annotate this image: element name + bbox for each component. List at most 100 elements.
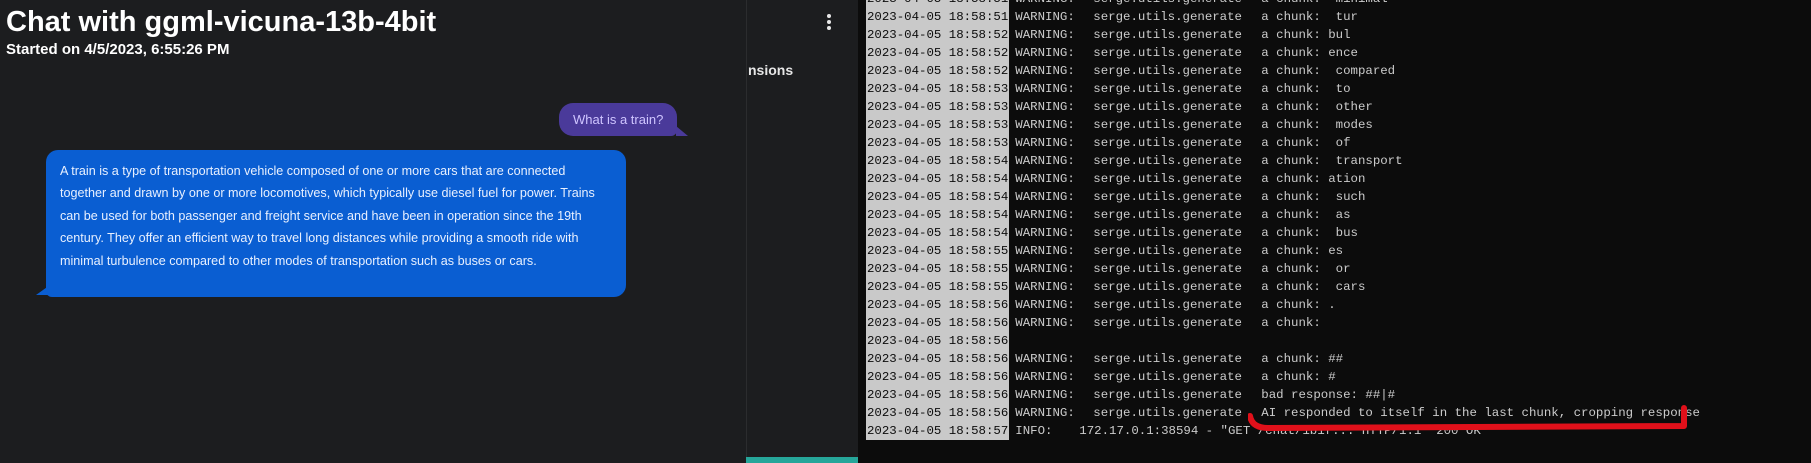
- log-level: WARNING:: [1015, 28, 1075, 42]
- log-line: 2023-04-05 18:58:56 WARNING: serge.utils.g…: [866, 350, 1806, 368]
- log-module: serge.utils.generate: [1093, 46, 1242, 60]
- log-timestamp: 2023-04-05 18:58:52: [866, 44, 1010, 62]
- log-message: 172.17.0.1:38594 - "GET /chat/1b1f... HT…: [1079, 424, 1481, 438]
- log-message: a chunk: minimal: [1261, 0, 1387, 8]
- log-module: serge.utils.generate: [1093, 190, 1242, 204]
- log-lines: 2023-04-05 18:58:51 WARNING: serge.utils.g…: [866, 0, 1806, 440]
- log-level: WARNING:: [1015, 82, 1075, 96]
- log-module: serge.utils.generate: [1093, 226, 1242, 240]
- log-line: 2023-04-05 18:58:56 WARNING: serge.utils.g…: [866, 404, 1806, 422]
- log-level: WARNING:: [1015, 298, 1075, 312]
- log-timestamp: 2023-04-05 18:58:52: [866, 26, 1010, 44]
- chat-start-time: Started on 4/5/2023, 6:55:26 PM: [6, 41, 230, 58]
- log-level: WARNING:: [1015, 352, 1075, 366]
- log-timestamp: 2023-04-05 18:58:56: [866, 386, 1010, 404]
- log-line: 2023-04-05 18:58:55 WARNING: serge.utils.g…: [866, 260, 1806, 278]
- log-timestamp: 2023-04-05 18:58:51: [866, 8, 1010, 26]
- log-message: a chunk: es: [1261, 244, 1344, 258]
- log-line: 2023-04-05 18:58:52 WARNING: serge.utils.g…: [866, 62, 1806, 80]
- log-message: a chunk: ##: [1261, 352, 1344, 366]
- log-level: WARNING:: [1015, 280, 1075, 294]
- log-line: 2023-04-05 18:58:54 WARNING: serge.utils.g…: [866, 224, 1806, 242]
- log-level: WARNING:: [1015, 190, 1075, 204]
- log-message: a chunk: bus: [1261, 226, 1358, 240]
- log-timestamp: 2023-04-05 18:58:54: [866, 170, 1010, 188]
- log-level: WARNING:: [1015, 316, 1075, 330]
- log-level: WARNING:: [1015, 262, 1075, 276]
- log-level: WARNING:: [1015, 208, 1075, 222]
- log-level: WARNING:: [1015, 388, 1075, 402]
- log-level: WARNING:: [1015, 10, 1075, 24]
- log-message: AI responded to itself in the last chunk…: [1261, 406, 1700, 420]
- log-message: a chunk: as: [1261, 208, 1351, 222]
- log-level: WARNING:: [1015, 244, 1075, 258]
- log-line: 2023-04-05 18:58:56 WARNING: serge.utils.g…: [866, 314, 1806, 332]
- log-line: 2023-04-05 18:58:56: [866, 332, 1806, 350]
- log-line: 2023-04-05 18:58:53 WARNING: serge.utils.g…: [866, 116, 1806, 134]
- log-line: 2023-04-05 18:58:55 WARNING: serge.utils.g…: [866, 278, 1806, 296]
- log-module: serge.utils.generate: [1093, 208, 1242, 222]
- log-module: serge.utils.generate: [1093, 280, 1242, 294]
- log-message: a chunk: modes: [1261, 118, 1373, 132]
- log-timestamp: 2023-04-05 18:58:56: [866, 404, 1010, 422]
- log-level: WARNING:: [1015, 226, 1075, 240]
- log-timestamp: 2023-04-05 18:58:53: [866, 98, 1010, 116]
- log-level: WARNING:: [1015, 154, 1075, 168]
- log-line: 2023-04-05 18:58:57 INFO: 172.17.0.1:38594…: [866, 422, 1806, 440]
- more-vertical-icon[interactable]: [822, 12, 836, 34]
- log-message: a chunk: ence: [1261, 46, 1358, 60]
- chat-title: Chat with ggml-vicuna-13b-4bit: [6, 6, 437, 38]
- log-line: 2023-04-05 18:58:51WARNING:serge.utils.g…: [866, 0, 1806, 8]
- log-message: a chunk: transport: [1261, 154, 1403, 168]
- log-timestamp: 2023-04-05 18:58:54: [866, 152, 1010, 170]
- log-module: serge.utils.generate: [1093, 118, 1242, 132]
- log-line: 2023-04-05 18:58:52 WARNING: serge.utils.g…: [866, 44, 1806, 62]
- log-module: serge.utils.generate: [1093, 0, 1261, 8]
- log-level: WARNING:: [1015, 406, 1075, 420]
- log-line: 2023-04-05 18:58:56 WARNING: serge.utils.g…: [866, 296, 1806, 314]
- log-timestamp: 2023-04-05 18:58:53: [866, 116, 1010, 134]
- log-message: a chunk: to: [1261, 82, 1351, 96]
- log-level: WARNING:: [1015, 118, 1075, 132]
- log-level: WARNING:: [1009, 0, 1093, 8]
- log-message: a chunk: tur: [1261, 10, 1358, 24]
- log-timestamp: 2023-04-05 18:58:56: [866, 350, 1010, 368]
- log-module: serge.utils.generate: [1093, 316, 1242, 330]
- log-message: a chunk: cars: [1261, 280, 1366, 294]
- terminal-log[interactable]: 2023-04-05 18:58:51 WARNING: serge.utils.g…: [858, 0, 1811, 463]
- log-line: 2023-04-05 18:58:56 WARNING: serge.utils.g…: [866, 386, 1806, 404]
- extensions-label[interactable]: nsions: [748, 62, 793, 78]
- log-line: 2023-04-05 18:58:53 WARNING: serge.utils.g…: [866, 80, 1806, 98]
- log-level: INFO:: [1015, 424, 1053, 438]
- log-timestamp: 2023-04-05 18:58:57: [866, 422, 1010, 440]
- log-module: serge.utils.generate: [1093, 352, 1242, 366]
- log-message: a chunk: such: [1261, 190, 1366, 204]
- user-bubble-tail: [676, 126, 688, 136]
- log-timestamp: 2023-04-05 18:58:54: [866, 206, 1010, 224]
- log-message: a chunk: other: [1261, 100, 1373, 114]
- log-module: serge.utils.generate: [1093, 82, 1242, 96]
- log-line: 2023-04-05 18:58:54 WARNING: serge.utils.g…: [866, 152, 1806, 170]
- log-module: serge.utils.generate: [1093, 406, 1242, 420]
- log-message: a chunk: or: [1261, 262, 1351, 276]
- log-timestamp: 2023-04-05 18:58:53: [866, 134, 1010, 152]
- assistant-message-bubble: A train is a type of transportation vehi…: [46, 150, 626, 297]
- log-module: serge.utils.generate: [1093, 244, 1242, 258]
- assistant-bubble-tail: [36, 285, 50, 295]
- log-level: WARNING:: [1015, 64, 1075, 78]
- log-timestamp: 2023-04-05 18:58:56: [866, 368, 1010, 386]
- log-module: serge.utils.generate: [1093, 154, 1242, 168]
- log-level: WARNING:: [1015, 370, 1075, 384]
- log-line: 2023-04-05 18:58:55 WARNING: serge.utils.g…: [866, 242, 1806, 260]
- log-message: a chunk: of: [1261, 136, 1351, 150]
- log-module: serge.utils.generate: [1093, 10, 1242, 24]
- log-level: WARNING:: [1015, 136, 1075, 150]
- log-timestamp: 2023-04-05 18:58:56: [866, 296, 1010, 314]
- log-line: 2023-04-05 18:58:51 WARNING: serge.utils.g…: [866, 8, 1806, 26]
- log-line: 2023-04-05 18:58:54 WARNING: serge.utils.g…: [866, 206, 1806, 224]
- log-module: serge.utils.generate: [1093, 172, 1242, 186]
- log-line: 2023-04-05 18:58:54 WARNING: serge.utils.g…: [866, 188, 1806, 206]
- log-timestamp: 2023-04-05 18:58:54: [866, 224, 1010, 242]
- log-line: 2023-04-05 18:58:53 WARNING: serge.utils.g…: [866, 134, 1806, 152]
- log-module: serge.utils.generate: [1093, 136, 1242, 150]
